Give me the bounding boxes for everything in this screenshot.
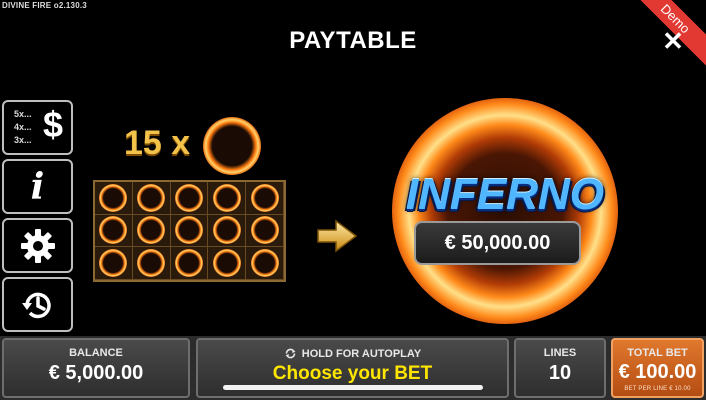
fire-ring-symbol [174, 216, 203, 245]
grid-cell [246, 182, 284, 215]
prize-value-box: € 50,000.00 [414, 221, 581, 265]
fire-ring-symbol [212, 183, 241, 212]
total-bet-value: € 100.00 [618, 361, 697, 383]
grid-cell [95, 214, 133, 248]
dollar-icon: $ [42, 104, 63, 145]
fire-ring-symbol [174, 249, 203, 278]
fire-ring-symbol [250, 216, 279, 245]
fire-ring-symbol [250, 249, 279, 278]
history-icon [21, 292, 51, 318]
balance-label: BALANCE [69, 347, 123, 359]
paytable-line-5: 5x... [14, 109, 32, 119]
lines-label: LINES [543, 347, 577, 359]
prize-value: € 50,000.00 [444, 231, 551, 254]
total-bet-button[interactable]: TOTAL BET € 100.00 BET PER LINE € 10.00 [611, 338, 704, 398]
fire-ring-symbol [137, 249, 166, 278]
paytable-line-3: 3x... [14, 135, 32, 145]
fire-ring-symbol [137, 183, 166, 212]
grid-cell [95, 247, 133, 280]
fire-ring-symbol [212, 216, 241, 245]
page-title: PAYTABLE [289, 27, 417, 54]
version-label: DIVINE FIRE o2.130.3 [2, 1, 87, 10]
paytable-line-4: 4x... [14, 122, 32, 132]
paytable-button[interactable]: 5x... 4x... 3x... $ [2, 100, 73, 155]
grid-cell [208, 182, 247, 215]
fire-ring-symbol [99, 249, 128, 278]
fire-ring-symbol [174, 183, 203, 212]
grid-cell [246, 214, 284, 248]
info-button[interactable]: i [2, 159, 73, 214]
fire-ring-symbol [212, 249, 241, 278]
fire-ring-symbol [99, 183, 128, 212]
choose-bet-label: Choose your BET [272, 363, 433, 384]
info-icon: i [30, 165, 45, 208]
bet-per-line-label: BET PER LINE € 10.00 [624, 386, 691, 392]
home-indicator[interactable] [223, 385, 483, 390]
grid-cell [132, 247, 171, 280]
balance-panel: BALANCE € 5,000.00 [2, 338, 190, 398]
grid-cell [208, 214, 247, 248]
grid-cell [132, 214, 171, 248]
fire-ring-symbol [250, 183, 279, 212]
autoplay-row: HOLD FOR AUTOPLAY [198, 347, 507, 360]
symbol-count-label: 15 x [124, 124, 191, 162]
grid-cell [208, 247, 247, 280]
grid-cell [170, 214, 209, 248]
grid-cell [170, 182, 209, 215]
gear-icon [20, 228, 55, 263]
fire-ring-symbol [137, 216, 166, 245]
prize-name: INFERNO [406, 170, 604, 219]
fire-ring-symbol [99, 216, 128, 245]
autoplay-label: HOLD FOR AUTOPLAY [301, 347, 422, 360]
grid-cell [95, 182, 133, 215]
lines-value: 10 [548, 362, 572, 384]
history-button[interactable] [2, 277, 73, 332]
grid-cell [132, 182, 171, 215]
balance-value: € 5,000.00 [48, 362, 144, 384]
settings-button[interactable] [2, 218, 73, 273]
autoplay-icon [285, 348, 296, 359]
grid-cell [170, 247, 209, 280]
symbol-grid [93, 180, 286, 282]
arrow-icon [317, 219, 358, 253]
paytable-icon: 5x... 4x... 3x... [14, 108, 32, 147]
lines-panel: LINES 10 [514, 338, 606, 398]
fire-ring-symbol [203, 117, 261, 175]
grid-cell [246, 247, 284, 280]
total-bet-label: TOTAL BET [627, 347, 688, 359]
